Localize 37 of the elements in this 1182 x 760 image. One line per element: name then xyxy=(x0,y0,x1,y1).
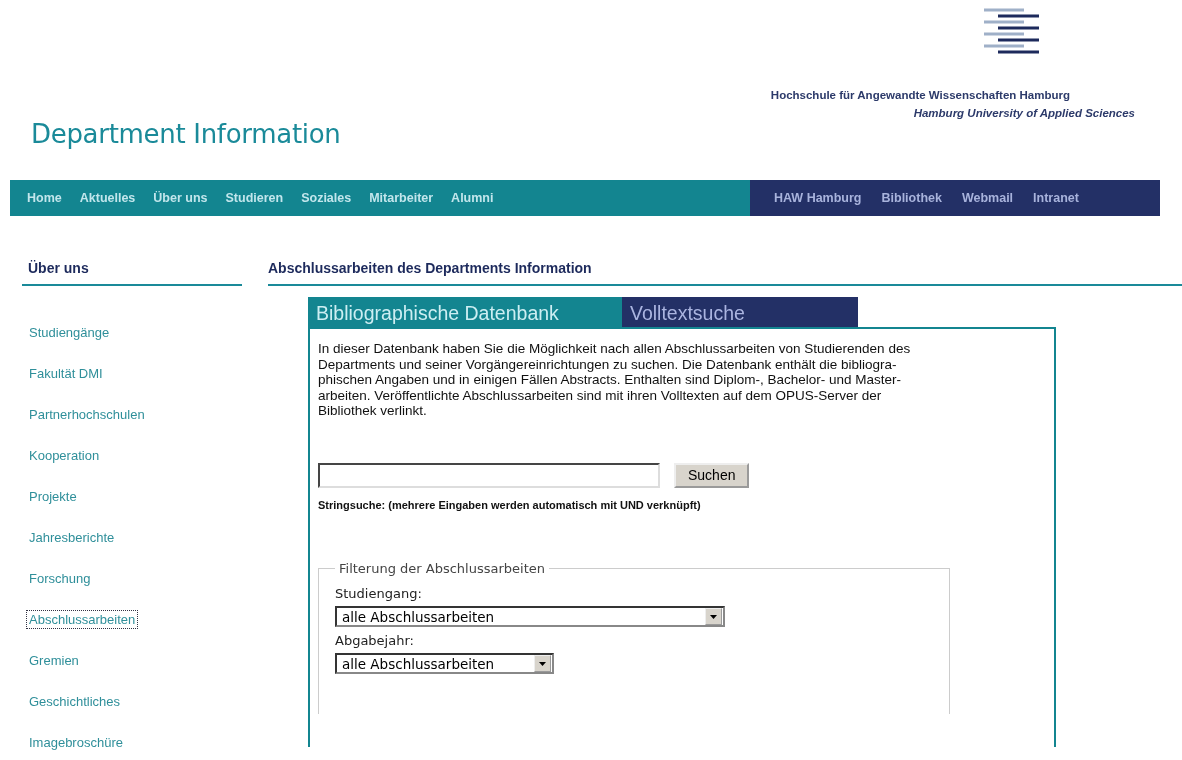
search-hint: Stringsuche: (mehrere Eingaben werden automatisch mit UND verknüpft) xyxy=(318,497,702,513)
university-name-english: Hamburg University of Applied Sciences xyxy=(913,107,1135,119)
nav-link[interactable]: Aktuelles xyxy=(79,191,136,205)
sidebar-link[interactable]: Partnerhochschulen xyxy=(26,405,148,424)
sidebar-link[interactable]: Fakultät DMI xyxy=(26,364,106,383)
field-label: Abgabejahr: xyxy=(335,633,415,648)
dropdown[interactable]: alle Abschlussarbeiten xyxy=(335,606,725,627)
site-title: Department Information xyxy=(31,119,341,149)
sidebar-link[interactable]: Imagebroschüre xyxy=(26,733,126,752)
sidebar-heading: Über uns xyxy=(22,256,242,286)
nav-link[interactable]: Bibliothek xyxy=(881,191,942,205)
nav-link[interactable]: Über uns xyxy=(153,191,208,205)
filter-legend: Filterung der Abschlussarbeiten xyxy=(335,561,549,576)
nav-link[interactable]: Soziales xyxy=(301,191,352,205)
nav-link[interactable]: Home xyxy=(27,191,62,205)
sidebar-link[interactable]: Jahresberichte xyxy=(26,528,118,547)
nav-link[interactable]: Studieren xyxy=(225,191,284,205)
university-name: Hochschule für Angewandte Wissenschaften Hamburg xyxy=(770,89,1070,101)
sidebar-link[interactable]: Gremien xyxy=(26,651,82,670)
sidebar-link[interactable]: Abschlussarbeiten xyxy=(26,610,139,629)
intro-paragraph: In dieser Datenbank haben Sie die Möglichkeit nach allen Abschlussarbeiten von Studierenden des Departments und seiner Vorgängereinrichtungen zu suchen. Die Datenbank enthält die bibliogra- phischen Angaben und in einigen Fällen Abstracts. Enthalten sind Diplom-, Bachelor- und Master- arbeiten. Veröffentlichte Abschlussarbeiten sind mit ihren Volltexten auf dem OPUS-Server der Bibliothek verlinkt. xyxy=(318,341,912,419)
sidebar-link[interactable]: Geschichtliches xyxy=(26,692,124,711)
sidebar-link[interactable]: Projekte xyxy=(26,487,80,506)
dropdown[interactable]: alle Abschlussarbeiten xyxy=(335,653,554,674)
search-button[interactable]: Suchen xyxy=(674,462,750,488)
nav-link[interactable]: HAW Hamburg xyxy=(774,191,862,205)
field-label: Studiengang: xyxy=(335,586,423,601)
page-heading: Abschlussarbeiten des Departments Information xyxy=(268,256,1182,286)
nav-link[interactable]: Intranet xyxy=(1033,191,1079,205)
tab[interactable]: Volltextsuche xyxy=(622,297,858,327)
nav-link[interactable]: Webmail xyxy=(961,191,1014,205)
tab[interactable]: Bibliographische Datenbank xyxy=(308,297,622,327)
nav-link[interactable]: Alumni xyxy=(451,191,494,205)
nav-link[interactable]: Mitarbeiter xyxy=(369,191,434,205)
sidebar-link[interactable]: Kooperation xyxy=(26,446,103,465)
sidebar-link[interactable]: Studiengänge xyxy=(26,323,113,342)
sidebar-link[interactable]: Forschung xyxy=(26,569,94,588)
